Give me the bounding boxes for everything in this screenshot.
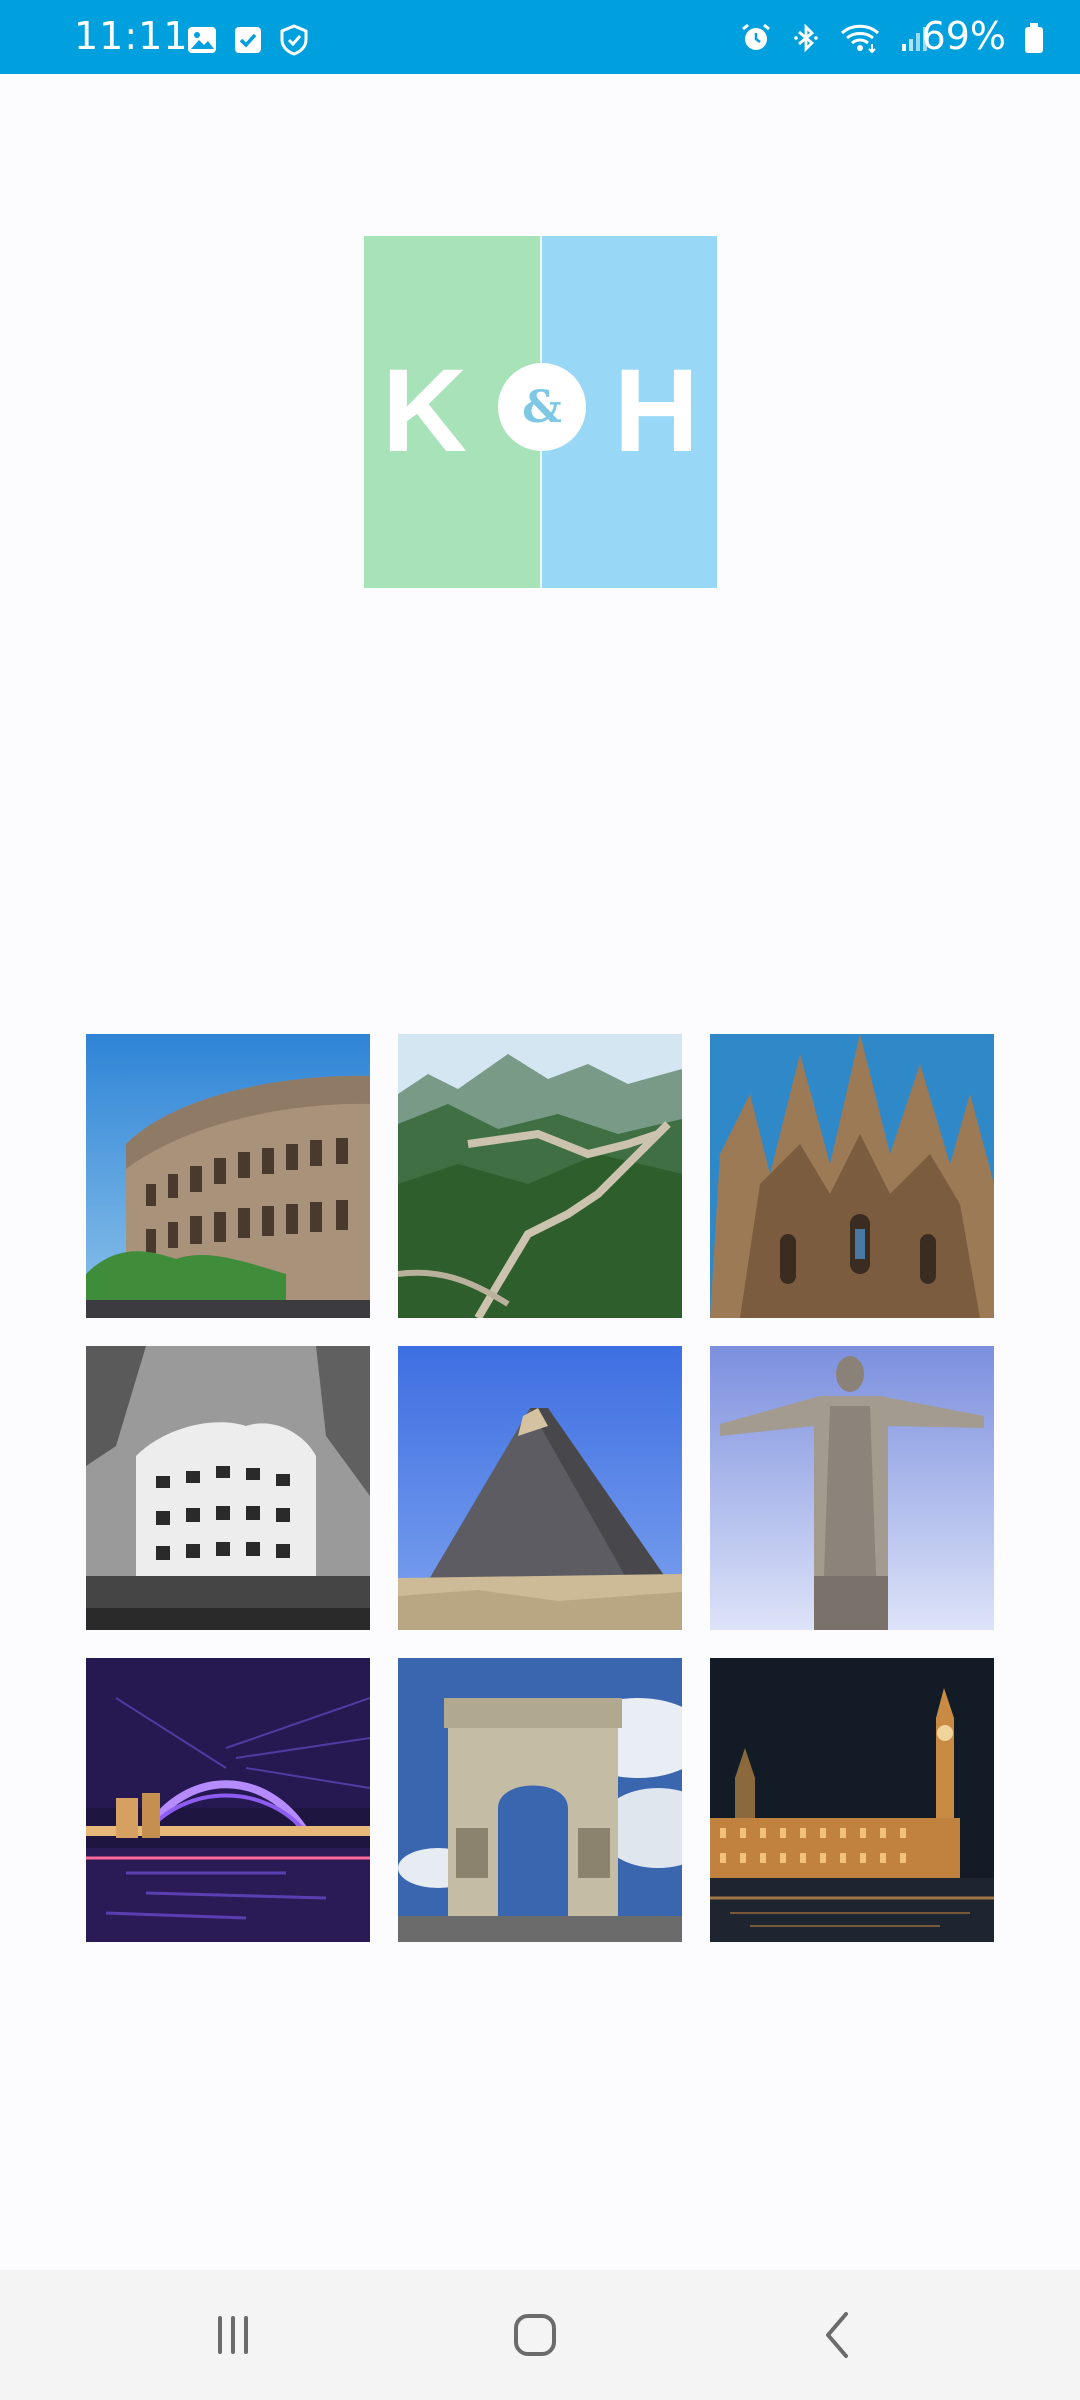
pyramid-image [398, 1346, 682, 1630]
arc-de-triomphe-image [398, 1658, 682, 1942]
big-ben-image [710, 1658, 994, 1942]
status-bar: 11:11 69% [0, 0, 1080, 74]
landmark-tile-great-wall[interactable] [398, 1034, 682, 1318]
battery-percent: 69% [921, 14, 1006, 58]
casa-mila-image [86, 1346, 370, 1630]
recents-icon[interactable] [198, 2300, 268, 2370]
notification-icons [186, 24, 310, 56]
great-wall-image [398, 1034, 682, 1318]
logo-letter-h: H [613, 345, 699, 477]
landmark-tile-sydney-harbour-bridge[interactable] [86, 1658, 370, 1942]
logo-ampersand: & [522, 381, 562, 433]
christ-redeemer-image [710, 1346, 994, 1630]
logo-letter-k: K [382, 345, 468, 477]
landmark-tile-pyramid[interactable] [398, 1346, 682, 1630]
kh-logo: K & H [364, 236, 717, 588]
gallery-icon [188, 27, 216, 53]
landmark-tile-casa-mila[interactable] [86, 1346, 370, 1630]
status-time: 11:11 [74, 14, 189, 58]
alarm-icon [742, 23, 770, 50]
landmark-grid [86, 1034, 994, 1942]
bluetooth-icon [794, 23, 818, 53]
landmark-tile-sagrada-familia[interactable] [710, 1034, 994, 1318]
system-icons [740, 22, 930, 54]
logo-ampersand-circle: & [498, 363, 586, 451]
battery-icon [1025, 23, 1043, 53]
wifi-icon [840, 24, 880, 54]
landmark-tile-arc-de-triomphe[interactable] [398, 1658, 682, 1942]
landmark-tile-christ-the-redeemer[interactable] [710, 1346, 994, 1630]
sydney-bridge-image [86, 1658, 370, 1942]
shield-icon [280, 24, 308, 56]
back-icon[interactable] [804, 2300, 874, 2370]
home-icon[interactable] [500, 2300, 570, 2370]
colosseum-image [86, 1034, 370, 1318]
landmark-tile-colosseum[interactable] [86, 1034, 370, 1318]
landmark-tile-big-ben[interactable] [710, 1658, 994, 1942]
sagrada-familia-image [710, 1034, 994, 1318]
navigation-bar [0, 2270, 1080, 2400]
checkbox-icon [235, 27, 261, 53]
